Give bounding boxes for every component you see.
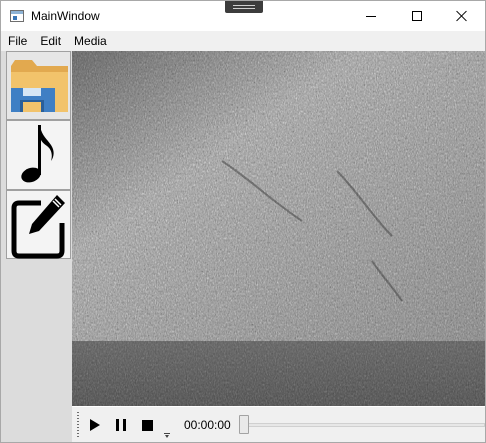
close-icon — [456, 10, 468, 22]
media-toolbar: 00:00:00 — [72, 407, 485, 442]
seek-slider-track[interactable] — [242, 423, 485, 427]
window-drag-handle[interactable] — [225, 1, 263, 13]
minimize-icon — [366, 15, 376, 17]
close-button[interactable] — [439, 1, 485, 31]
app-window-icon — [10, 10, 24, 22]
stop-button[interactable] — [138, 416, 156, 434]
pause-button[interactable] — [112, 416, 130, 434]
seek-slider-thumb[interactable] — [239, 415, 249, 434]
open-file-button[interactable] — [6, 51, 71, 120]
time-display: 00:00:00 — [184, 418, 231, 432]
menu-bar: File Edit Media — [1, 31, 485, 51]
window-title: MainWindow — [31, 9, 100, 23]
edit-pencil-icon — [11, 195, 65, 259]
stop-icon — [141, 419, 153, 431]
toolbar-grip[interactable] — [77, 412, 79, 438]
main-window: MainWindow File Edit Media 00:00:00 — [0, 0, 486, 443]
play-button[interactable] — [86, 416, 104, 434]
maximize-button[interactable] — [394, 1, 440, 31]
sidebar — [1, 51, 72, 442]
video-display[interactable] — [72, 51, 485, 406]
menu-file[interactable]: File — [1, 31, 33, 51]
menu-media[interactable]: Media — [67, 31, 113, 51]
music-note-icon — [21, 125, 54, 183]
play-icon — [90, 419, 100, 431]
pause-icon — [116, 419, 126, 431]
toolbar-overflow-icon[interactable] — [164, 433, 170, 439]
folder-save-icon — [11, 60, 68, 112]
menu-edit[interactable]: Edit — [33, 31, 67, 51]
video-frame-image — [72, 51, 485, 406]
maximize-icon — [412, 11, 422, 21]
edit-button[interactable] — [6, 190, 71, 259]
minimize-button[interactable] — [348, 1, 394, 31]
music-button[interactable] — [6, 120, 71, 190]
